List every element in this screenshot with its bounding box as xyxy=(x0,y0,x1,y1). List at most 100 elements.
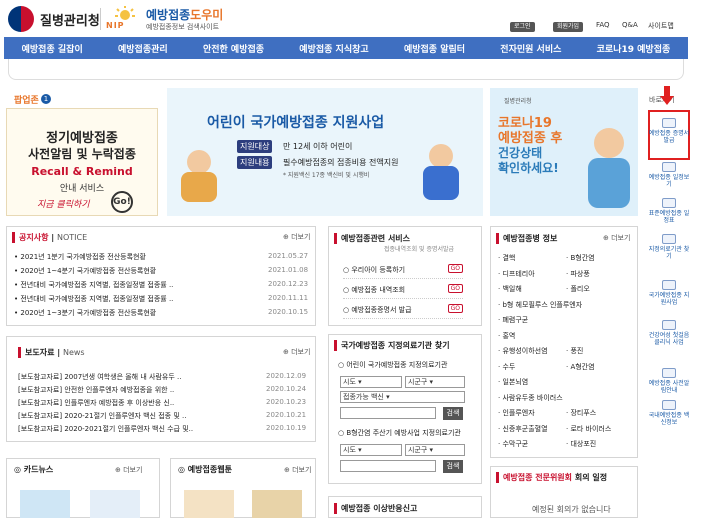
nav-item-safety[interactable]: 안전한 예방접종 xyxy=(203,42,264,55)
notice-row-title: 2020년 1~3분기 국가예방접종 전산등록현황 xyxy=(20,309,157,317)
go-badge[interactable]: GO xyxy=(447,304,463,313)
quick-schedule[interactable]: 예방접종 일정보기 xyxy=(648,162,690,188)
press-row-date: 2020.10.24 xyxy=(266,385,307,393)
press-row-date: 2020.10.21 xyxy=(266,411,307,419)
sido-select-2[interactable]: 시도 ▾ xyxy=(340,444,402,456)
popup-zone-badge[interactable]: 1 xyxy=(41,94,51,104)
disease-item[interactable]: · b형 헤모필루스 인플루엔자 xyxy=(498,300,582,310)
notice-row[interactable]: • 2021년 1분기 국가예방접종 전산등록현황 xyxy=(14,252,219,262)
quick-support-label: 국가예방접종 지원사업 xyxy=(648,292,690,306)
press-row[interactable]: [보도참고자료] 안전한 인플루엔자 예방접종을 위한 .. xyxy=(18,385,232,395)
disease-item[interactable]: · 홍역 xyxy=(498,331,515,341)
disease-item[interactable]: · 신증후군출혈열 xyxy=(498,424,548,434)
quick-women[interactable]: 건강여성 첫걸음 클리닉 사업 xyxy=(648,320,690,346)
notice-row[interactable]: • 전년대비 국가예방접종 지역별, 접종일정별 접종률 .. xyxy=(14,294,219,304)
press-more-link[interactable]: ⊕ 더보기 xyxy=(283,347,310,357)
speaker-icon xyxy=(662,368,676,378)
webtoon-title[interactable]: ◎ 예방접종웹툰 xyxy=(178,464,232,475)
quick-standard[interactable]: 표준예방접종 일정표 xyxy=(648,198,690,224)
disease-item[interactable]: · 결핵 xyxy=(498,253,515,263)
quick-support[interactable]: 국가예방접종 지원사업 xyxy=(648,280,690,306)
notice-more-label: 더보기 xyxy=(291,233,311,241)
notice-more-link[interactable]: ⊕ 더보기 xyxy=(283,232,310,242)
clinic-name-input[interactable] xyxy=(340,407,436,419)
nav-item-knowledge[interactable]: 예방접종 지식창고 xyxy=(299,42,368,55)
quick-vaccine-info[interactable]: 국내예방접종 백신정보 xyxy=(648,400,690,426)
service-history[interactable]: ○ 예방접종 내역조회 GO xyxy=(343,284,463,299)
kdca-emblem[interactable] xyxy=(8,6,34,32)
cardnews-thumb[interactable] xyxy=(20,490,70,518)
disease-item[interactable]: · 수막구균 xyxy=(498,439,528,449)
faq-link[interactable]: FAQ xyxy=(596,21,610,29)
disease-item[interactable]: · 일본뇌염 xyxy=(498,377,528,387)
quick-clinic[interactable]: 지정의료기관 찾기 xyxy=(648,234,690,260)
disease-item[interactable]: · 인플루엔자 xyxy=(498,408,535,418)
disease-item[interactable]: · 백일해 xyxy=(498,284,522,294)
adverse-title[interactable]: 예방접종 이상반응신고 xyxy=(334,503,417,514)
clinic-name-input-2[interactable] xyxy=(340,460,436,472)
diseases-more-link[interactable]: ⊕ 더보기 xyxy=(603,233,630,243)
press-tab[interactable]: 보도자료 | News xyxy=(18,347,85,358)
clinic-search-button-2[interactable]: 검색 xyxy=(443,460,463,473)
qa-link[interactable]: Q&A xyxy=(622,21,638,29)
nav-item-management[interactable]: 예방접종관리 xyxy=(118,42,168,55)
sigungu-select[interactable]: 시군구 ▾ xyxy=(405,376,465,388)
quick-alarm[interactable]: 예방접종 사전알림안내 xyxy=(648,368,690,394)
go-badge[interactable]: GO xyxy=(447,284,463,293)
disease-item[interactable]: · 폐렴구균 xyxy=(498,315,528,325)
disease-item[interactable]: · 유행성이하선염 xyxy=(498,346,548,356)
covid-line1a: 코로나19 xyxy=(498,116,552,131)
disease-item[interactable]: · 로타 바이러스 xyxy=(566,424,611,434)
disease-item[interactable]: · B형간염 xyxy=(566,253,595,263)
hero-banner[interactable]: 어린이 국가예방접종 지원사업 지원대상 만 12세 이하 어린이 지원내용 필… xyxy=(167,88,483,216)
cardnews-more-link[interactable]: ⊕ 더보기 xyxy=(115,465,142,475)
disease-item[interactable]: · 풍진 xyxy=(566,346,583,356)
disease-item[interactable]: · 디프테리아 xyxy=(498,269,535,279)
sido-select[interactable]: 시도 ▾ xyxy=(340,376,402,388)
cardnews-thumb[interactable] xyxy=(90,490,140,518)
go-badge[interactable]: GO xyxy=(447,264,463,273)
vaccine-select[interactable]: 접종가능 백신 ▾ xyxy=(340,391,465,403)
disease-item[interactable]: · 수두 xyxy=(498,362,515,372)
quick-cert-issue[interactable]: 예방접종 증명서 발급 xyxy=(648,118,690,144)
service-register[interactable]: ○ 우리아이 등록하기 GO xyxy=(343,264,463,279)
press-row[interactable]: [보도참고자료] 2020-2021절기 인플루엔자 백신 수급 및.. xyxy=(18,424,232,434)
press-row[interactable]: [보도참고자료] 2007년생 여학생은 올해 내 사람유두 .. xyxy=(18,372,232,382)
nav-item-covid[interactable]: 코로나19 예방접종 xyxy=(597,42,671,55)
disease-item[interactable]: · 사람유두종 바이러스 xyxy=(498,393,563,403)
popup-go-button[interactable]: Go! xyxy=(111,191,133,213)
cardnews-more-label: 더보기 xyxy=(123,466,143,474)
disease-item[interactable]: · 대상포진 xyxy=(566,439,596,449)
login-button[interactable]: 로그인 xyxy=(510,22,535,32)
nav-item-eservice[interactable]: 전자민원 서비스 xyxy=(500,42,561,55)
notice-row-date: 2020.10.15 xyxy=(268,308,309,316)
webtoon-thumb[interactable] xyxy=(184,490,234,518)
covid-banner[interactable]: 질병관리청 코로나19 예방접종 후 건강상태 확인하세요! xyxy=(490,88,638,216)
webtoon-thumb[interactable] xyxy=(252,490,302,518)
brand-main: 예방접종 xyxy=(146,8,191,22)
brand-title[interactable]: 예방접종도우미 xyxy=(146,6,223,23)
press-row[interactable]: [보도참고자료] 2020-21절기 인플루엔자 백신 접종 및 .. xyxy=(18,411,232,421)
notice-tab[interactable]: 공지사항 | NOTICE xyxy=(12,232,87,243)
press-row[interactable]: [보도참고자료] 인플루엔자 예방접종 후 이상반응 신.. xyxy=(18,398,232,408)
notice-row[interactable]: • 전년대비 국가예방접종 지역별, 접종일정별 접종률 .. xyxy=(14,280,219,290)
nav-item-notice[interactable]: 예방접종 알림터 xyxy=(404,42,465,55)
disease-item[interactable]: · 폴리오 xyxy=(566,284,590,294)
org-name[interactable]: 질병관리청 xyxy=(40,10,100,29)
nav-item-guide[interactable]: 예방접종 길잡이 xyxy=(22,42,83,55)
disease-item[interactable]: · 장티푸스 xyxy=(566,408,596,418)
disease-item[interactable]: · 파상풍 xyxy=(566,269,590,279)
sitemap-link[interactable]: 사이트맵 xyxy=(648,21,674,31)
notice-row[interactable]: • 2020년 1~4분기 국가예방접종 전산등록현황 xyxy=(14,266,219,276)
popup-banner[interactable]: 정기예방접종 사전알림 및 누락접종 Recall & Remind 안내 서비… xyxy=(6,108,158,216)
join-button[interactable]: 회원가입 xyxy=(553,22,584,32)
service-cert[interactable]: ○ 예방접종증명서 발급 GO xyxy=(343,304,463,319)
sigungu-select-2[interactable]: 시군구 ▾ xyxy=(405,444,465,456)
notice-row[interactable]: • 2020년 1~3분기 국가예방접종 전산등록현황 xyxy=(14,308,219,318)
cardnews-title[interactable]: ◎ 카드뉴스 xyxy=(14,464,53,475)
clinic-search-button[interactable]: 검색 xyxy=(443,407,463,420)
webtoon-more-link[interactable]: ⊕ 더보기 xyxy=(284,465,311,475)
clinic-sub1: ○ 어린이 국가예방접종 지정의료기관 xyxy=(338,361,448,369)
disease-item[interactable]: · A형간염 xyxy=(566,362,595,372)
brand-accent: 도우미 xyxy=(190,8,224,22)
